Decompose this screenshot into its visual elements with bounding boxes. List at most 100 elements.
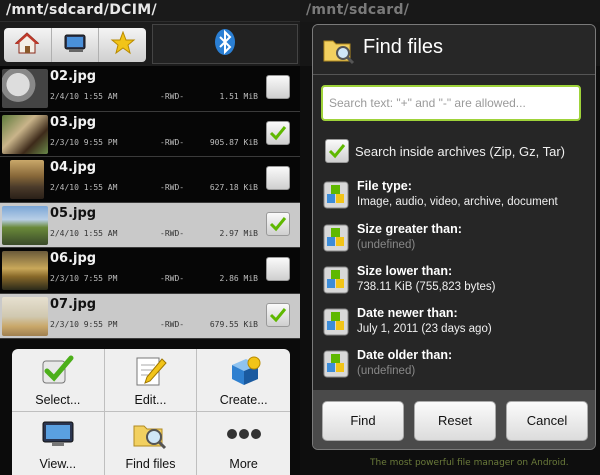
file-thumbnail <box>2 114 48 154</box>
file-checkbox[interactable] <box>266 302 290 327</box>
checkmark-icon <box>269 125 287 140</box>
criterion-date-newer[interactable]: Date newer than: July 1, 2011 (23 days a… <box>323 304 589 344</box>
search-archives-label: Search inside archives (Zip, Gz, Tar) <box>355 143 565 159</box>
file-date: 2/4/10 1:55 AM <box>50 92 118 101</box>
criterion-label: Size greater than: <box>357 222 462 236</box>
dialog-header: Find files <box>313 25 595 75</box>
file-attributes: -RWD- <box>160 228 185 238</box>
file-browser-pane: /mnt/sdcard/DCIM/ 02.jpg 2/4/10 1:55 AM … <box>0 0 300 475</box>
toolbar <box>0 22 300 66</box>
criterion-file-type[interactable]: File type: Image, audio, video, archive,… <box>323 177 589 217</box>
menu-item-label: Find files <box>125 457 176 471</box>
criterion-label: File type: <box>357 179 412 193</box>
bookmarks-button[interactable] <box>99 28 146 62</box>
file-thumbnail <box>10 160 44 199</box>
edit-icon <box>132 355 168 391</box>
file-name: 05.jpg <box>50 205 97 221</box>
criterion-blocks-icon <box>323 266 349 298</box>
file-attributes: -RWD- <box>160 183 185 192</box>
criterion-blocks-icon <box>323 350 349 382</box>
criterion-label: Date older than: <box>357 348 453 362</box>
dialog-button-bar: Find Reset Cancel <box>313 390 595 449</box>
file-attributes: -RWD- <box>160 137 185 147</box>
home-button[interactable] <box>4 28 52 62</box>
create-icon <box>226 355 262 391</box>
file-name: 06.jpg <box>50 251 97 266</box>
criterion-value: Image, audio, video, archive, document <box>357 196 558 208</box>
file-checkbox[interactable] <box>266 75 290 99</box>
current-path: /mnt/sdcard/ <box>306 2 410 18</box>
menu-item-select[interactable]: Select... <box>12 349 105 412</box>
toolbar-button-group <box>4 28 146 62</box>
file-thumbnail <box>2 251 48 290</box>
search-archives-option[interactable]: Search inside archives (Zip, Gz, Tar) <box>325 139 565 163</box>
footer-tagline: The most powerful file manager on Androi… <box>370 458 569 468</box>
criterion-value: July 1, 2011 (23 days ago) <box>357 323 492 335</box>
file-date: 2/3/10 9:55 PM <box>50 319 118 329</box>
criterion-value: 738.11 KiB (755,823 bytes) <box>357 281 496 293</box>
file-row[interactable]: 07.jpg 2/3/10 9:55 PM -RWD- 679.55 KiB <box>0 293 300 339</box>
view-icon <box>40 418 76 454</box>
menu-item-more[interactable]: More <box>197 412 290 475</box>
menu-item-label: Edit... <box>134 393 167 407</box>
find-files-pane: /mnt/sdcard/ The most powerful file mana… <box>300 0 600 475</box>
cancel-button[interactable]: Cancel <box>506 400 588 441</box>
file-attributes: -RWD- <box>160 92 185 101</box>
file-attributes: -RWD- <box>160 319 185 329</box>
file-list: 02.jpg 2/4/10 1:55 AM -RWD- 1.51 MiB 03.… <box>0 66 300 339</box>
file-name: 03.jpg <box>50 114 97 130</box>
dialog-title: Find files <box>363 36 444 58</box>
criterion-blocks-icon <box>323 224 349 256</box>
file-checkbox[interactable] <box>266 257 290 281</box>
more-icon <box>224 418 264 454</box>
file-row[interactable]: 06.jpg 2/3/10 7:55 PM -RWD- 2.86 MiB <box>0 248 300 294</box>
file-row[interactable]: 04.jpg 2/4/10 1:55 AM -RWD- 627.18 KiB <box>0 157 300 203</box>
device-button[interactable] <box>52 28 100 62</box>
criterion-size-lower[interactable]: Size lower than: 738.11 KiB (755,823 byt… <box>323 262 589 302</box>
menu-item-label: Create... <box>219 393 268 407</box>
find-button[interactable]: Find <box>322 400 404 441</box>
file-date: 2/3/10 9:55 PM <box>50 137 118 147</box>
bluetooth-button[interactable] <box>152 24 298 64</box>
device-icon <box>62 31 88 59</box>
menu-item-label: View... <box>39 457 77 471</box>
file-checkbox[interactable] <box>266 211 290 236</box>
criterion-value: (undefined) <box>357 239 416 251</box>
file-size: 679.55 KiB <box>209 319 258 329</box>
menu-item-label: Select... <box>35 393 81 407</box>
criterion-blocks-icon <box>323 308 349 340</box>
checkmark-icon <box>269 216 287 231</box>
reset-button[interactable]: Reset <box>414 400 496 441</box>
criterion-size-greater[interactable]: Size greater than: (undefined) <box>323 220 589 260</box>
criterion-value: (undefined) <box>357 365 416 377</box>
file-size: 1.51 MiB <box>219 92 258 101</box>
file-size: 627.18 KiB <box>209 183 258 192</box>
file-thumbnail <box>2 205 48 245</box>
home-icon <box>14 31 40 59</box>
menu-item-edit[interactable]: Edit... <box>104 349 198 412</box>
find-files-icon <box>323 35 355 69</box>
file-size: 905.87 KiB <box>209 137 258 147</box>
path-bar: /mnt/sdcard/ <box>300 0 600 22</box>
criterion-date-older[interactable]: Date older than: (undefined) <box>323 346 589 386</box>
find-files-icon <box>132 418 168 454</box>
criterion-label: Date newer than: <box>357 306 458 320</box>
file-row[interactable]: 03.jpg 2/3/10 9:55 PM -RWD- 905.87 KiB <box>0 111 300 157</box>
menu-item-label: More <box>229 457 258 471</box>
search-input[interactable] <box>321 85 581 121</box>
file-row[interactable]: 02.jpg 2/4/10 1:55 AM -RWD- 1.51 MiB <box>0 66 300 112</box>
find-files-dialog: Find files Search inside archives (Zip, … <box>312 24 596 450</box>
checkmark-icon <box>269 307 287 322</box>
file-name: 04.jpg <box>50 160 97 175</box>
path-bar: /mnt/sdcard/DCIM/ <box>0 0 300 22</box>
menu-item-view[interactable]: View... <box>12 412 105 475</box>
file-checkbox[interactable] <box>266 166 290 190</box>
search-archives-checkbox[interactable] <box>325 139 349 163</box>
file-checkbox[interactable] <box>266 120 290 145</box>
bluetooth-icon <box>214 28 236 60</box>
file-row[interactable]: 05.jpg 2/4/10 1:55 AM -RWD- 2.97 MiB <box>0 202 300 248</box>
file-name: 07.jpg <box>50 296 97 312</box>
file-date: 2/4/10 1:55 AM <box>50 228 118 238</box>
menu-item-create[interactable]: Create... <box>197 349 290 412</box>
menu-item-find-files[interactable]: Find files <box>105 412 198 475</box>
